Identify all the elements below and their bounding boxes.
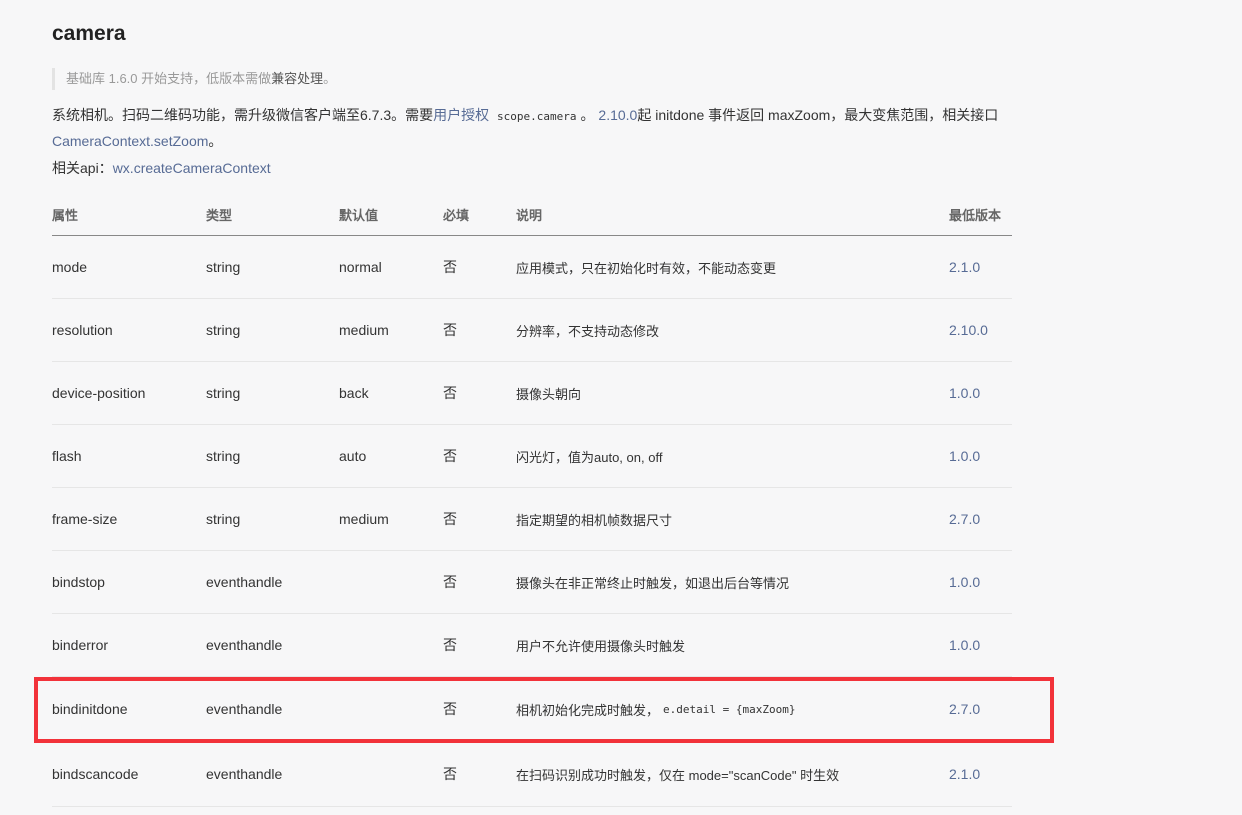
- attr-required: 否: [443, 322, 457, 338]
- attr-name: bindstop: [52, 574, 105, 590]
- attr-desc: 相机初始化完成时触发， e.detail = {maxZoom}: [516, 677, 799, 741]
- attr-type: string: [206, 511, 241, 527]
- related-api: 相关api：wx.createCameraContext: [52, 156, 271, 180]
- desc-text-4: 。: [208, 133, 223, 149]
- attr-default: medium: [339, 511, 389, 527]
- attr-version-link[interactable]: 2.7.0: [949, 488, 980, 550]
- table-header: 属性 类型 默认值 必填 说明 最低版本: [52, 196, 1012, 236]
- attr-desc: 指定期望的相机帧数据尺寸: [516, 512, 673, 528]
- header-default: 默认值: [339, 207, 379, 223]
- attr-desc: 分辨率，不支持动态修改: [516, 323, 660, 339]
- table-row: flash string auto 否 闪光灯，值为auto, on, off …: [52, 425, 1012, 488]
- create-camera-context-link[interactable]: wx.createCameraContext: [113, 160, 271, 176]
- attr-default: normal: [339, 259, 382, 275]
- attr-desc-text: 相机初始化完成时触发，: [516, 702, 660, 718]
- attr-required: 否: [443, 766, 457, 782]
- scope-code: scope.camera: [497, 110, 577, 123]
- table-row: binderror eventhandle 否 用户不允许使用摄像头时触发 1.…: [52, 614, 1012, 677]
- attr-name: binderror: [52, 637, 109, 653]
- header-desc: 说明: [516, 207, 543, 223]
- setzoom-link[interactable]: CameraContext.setZoom: [52, 133, 208, 149]
- compat-link[interactable]: 兼容处理: [271, 71, 323, 86]
- table-row: device-position string back 否 摄像头朝向 1.0.…: [52, 362, 1012, 425]
- attr-desc: 用户不允许使用摄像头时触发: [516, 638, 686, 654]
- attr-desc: 在扫码识别成功时触发，仅在 mode="scanCode" 时生效: [516, 767, 840, 783]
- table-row: mode string normal 否 应用模式，只在初始化时有效，不能动态变…: [52, 236, 1012, 299]
- attr-required: 否: [443, 574, 457, 590]
- attr-required: 否: [443, 511, 457, 527]
- attr-type: string: [206, 322, 241, 338]
- attr-type: eventhandle: [206, 701, 283, 717]
- attr-version-link[interactable]: 2.1.0: [949, 742, 980, 806]
- attr-required: 否: [443, 385, 457, 401]
- attr-type: string: [206, 259, 241, 275]
- attr-required: 否: [443, 701, 457, 717]
- attr-version-link[interactable]: 2.10.0: [949, 299, 988, 361]
- attr-default: auto: [339, 448, 367, 464]
- attr-type: eventhandle: [206, 637, 283, 653]
- table-row: resolution string medium 否 分辨率，不支持动态修改 2…: [52, 299, 1012, 362]
- attr-name: mode: [52, 259, 88, 275]
- attr-name: bindinitdone: [52, 701, 128, 717]
- attr-type: eventhandle: [206, 766, 283, 782]
- attr-name: frame-size: [52, 511, 118, 527]
- note-text: 基础库 1.6.0 开始支持，低版本需做: [66, 71, 272, 86]
- attr-version-link[interactable]: 2.1.0: [949, 236, 980, 298]
- attr-type: eventhandle: [206, 574, 283, 590]
- attr-required: 否: [443, 637, 457, 653]
- doc-page: camera 基础库 1.6.0 开始支持，低版本需做兼容处理。 系统相机。扫码…: [0, 0, 1242, 815]
- attr-version-link[interactable]: 2.7.0: [949, 677, 980, 741]
- header-type: 类型: [206, 207, 233, 223]
- table-row: bindstop eventhandle 否 摄像头在非正常终止时触发，如退出后…: [52, 551, 1012, 614]
- attr-desc-code: e.detail = {maxZoom}: [663, 702, 796, 716]
- attr-default: medium: [339, 322, 389, 338]
- attr-required: 否: [443, 259, 457, 275]
- attr-desc: 摄像头朝向: [516, 386, 582, 402]
- attr-version-link[interactable]: 1.0.0: [949, 614, 980, 676]
- attr-desc: 闪光灯，值为auto, on, off: [516, 449, 663, 465]
- table-row: bindinitdone eventhandle 否 相机初始化完成时触发， e.…: [52, 677, 1012, 742]
- attr-name: flash: [52, 448, 82, 464]
- component-description: 系统相机。扫码二维码功能，需升级微信客户端至6.7.3。需要用户授权 scope…: [52, 103, 1012, 153]
- api-label: 相关api：: [52, 160, 113, 176]
- table-row: frame-size string medium 否 指定期望的相机帧数据尺寸 …: [52, 488, 1012, 551]
- attr-required: 否: [443, 448, 457, 464]
- attributes-table: 属性 类型 默认值 必填 说明 最低版本 mode string normal …: [52, 196, 1012, 807]
- attr-default: back: [339, 385, 369, 401]
- table-row: bindscancode eventhandle 否 在扫码识别成功时触发，仅在…: [52, 742, 1012, 807]
- desc-text-3: 起 initdone 事件返回 maxZoom，最大变焦范围，相关接口: [637, 107, 999, 123]
- attr-type: string: [206, 448, 241, 464]
- attr-desc: 应用模式，只在初始化时有效，不能动态变更: [516, 260, 777, 276]
- attr-version-link[interactable]: 1.0.0: [949, 551, 980, 613]
- attr-desc: 摄像头在非正常终止时触发，如退出后台等情况: [516, 575, 790, 591]
- support-note: 基础库 1.6.0 开始支持，低版本需做兼容处理。: [52, 68, 336, 90]
- header-attr: 属性: [52, 207, 79, 223]
- attr-name: bindscancode: [52, 766, 139, 782]
- desc-text-2: 。: [580, 107, 595, 123]
- page-title: camera: [52, 22, 126, 45]
- attr-name: device-position: [52, 385, 146, 401]
- header-version: 最低版本: [949, 207, 1002, 223]
- desc-text-1: 系统相机。扫码二维码功能，需升级微信客户端至6.7.3。需要: [52, 107, 434, 123]
- attr-version-link[interactable]: 1.0.0: [949, 362, 980, 424]
- note-suffix: 。: [323, 71, 337, 86]
- attr-name: resolution: [52, 322, 113, 338]
- version-link[interactable]: 2.10.0: [598, 107, 637, 123]
- header-required: 必填: [443, 207, 470, 223]
- attr-version-link[interactable]: 1.0.0: [949, 425, 980, 487]
- user-auth-link[interactable]: 用户授权: [433, 107, 489, 123]
- attr-type: string: [206, 385, 241, 401]
